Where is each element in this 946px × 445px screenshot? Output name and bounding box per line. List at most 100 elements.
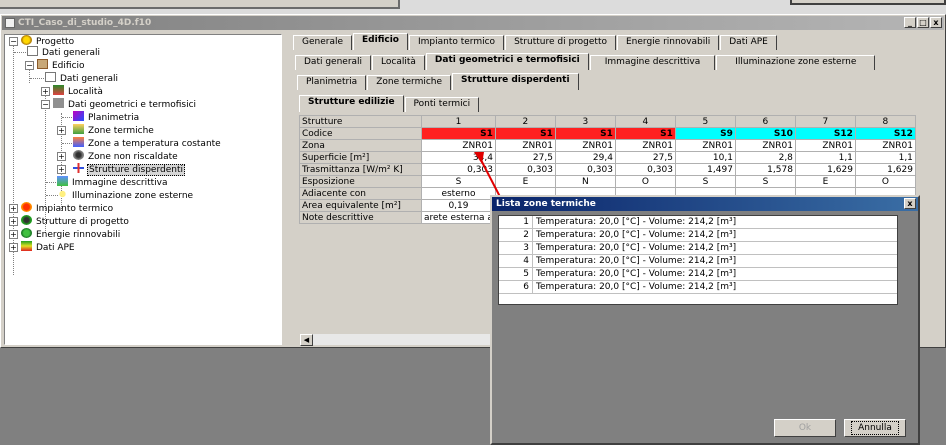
grid-column-header[interactable]: 3	[554, 115, 616, 128]
grid-cell[interactable]: O	[854, 175, 916, 188]
list-item[interactable]: 4 Temperatura: 20,0 [°C] - Volume: 214,2 …	[499, 255, 897, 268]
collapse-icon[interactable]: −	[41, 100, 50, 109]
expand-icon[interactable]: +	[57, 152, 66, 161]
tree-item-dati-ape[interactable]: Dati APE	[21, 241, 76, 253]
tree-item-energie-rinnovabili[interactable]: Energie rinnovabili	[21, 228, 121, 240]
expand-icon[interactable]: +	[9, 243, 18, 252]
tab-ponti-termici[interactable]: Ponti termici	[404, 97, 480, 112]
cancel-button[interactable]: Annulla	[844, 419, 906, 437]
tab-impianto-termico[interactable]: Impianto termico	[408, 35, 505, 50]
grid-column-header[interactable]: 1	[421, 115, 496, 128]
grid-column-header[interactable]: 6	[734, 115, 796, 128]
tab-strutture-disperdenti[interactable]: Strutture disperdenti	[452, 73, 579, 90]
tab-strutture-edilizie[interactable]: Strutture edilizie	[299, 95, 404, 112]
grid-cell[interactable]: 27,5	[614, 151, 676, 164]
item-number: 5	[499, 268, 533, 280]
thermal-zones-list[interactable]: 1 Temperatura: 20,0 [°C] - Volume: 214,2 …	[498, 215, 898, 305]
grid-cell[interactable]: S9	[674, 127, 736, 140]
grid-cell[interactable]: 1,629	[794, 163, 856, 176]
grid-cell[interactable]: S1	[554, 127, 616, 140]
tab-planimetria[interactable]: Planimetria	[297, 75, 367, 90]
collapse-icon[interactable]: −	[25, 61, 34, 70]
grid-cell[interactable]: S	[734, 175, 796, 188]
expand-icon[interactable]: +	[57, 126, 66, 135]
tree-item-edificio[interactable]: Edificio	[37, 59, 86, 71]
tab-zone-termiche[interactable]: Zone termiche	[367, 75, 452, 90]
tab-generale[interactable]: Generale	[293, 35, 353, 50]
tree-item-dati-generali[interactable]: Dati generali	[27, 46, 101, 58]
grid-cell[interactable]: ZNR01	[854, 139, 916, 152]
grid-cell[interactable]: 1,497	[674, 163, 736, 176]
collapse-icon[interactable]: −	[9, 37, 18, 46]
ok-button[interactable]: Ok	[774, 419, 836, 437]
grid-cell[interactable]: 1,578	[734, 163, 796, 176]
grid-column-header[interactable]: 7	[794, 115, 856, 128]
tab-dati-ape[interactable]: Dati APE	[720, 35, 777, 50]
tab-dati-geometrici[interactable]: Dati geometrici e termofisici	[425, 53, 589, 70]
tree-item-immagine-descrittiva[interactable]: Immagine descrittiva	[57, 176, 169, 188]
tab-dati-generali[interactable]: Dati generali	[295, 55, 372, 70]
grid-cell[interactable]: 1,1	[854, 151, 916, 164]
tree-item-zone-non-riscaldate[interactable]: Zone non riscaldate	[73, 150, 179, 162]
expand-icon[interactable]: +	[9, 217, 18, 226]
dialog-close-button[interactable]: x	[904, 198, 916, 209]
grid-column-header[interactable]: 5	[674, 115, 736, 128]
tab-edificio[interactable]: Edificio	[353, 33, 408, 50]
grid-cell[interactable]: S12	[854, 127, 916, 140]
tab-localita[interactable]: Località	[372, 55, 425, 70]
tree-item-impianto-termico[interactable]: Impianto termico	[21, 202, 114, 214]
grid-cell[interactable]: 0,303	[614, 163, 676, 176]
grid-cell[interactable]: S10	[734, 127, 796, 140]
grid-cell[interactable]: 2,8	[734, 151, 796, 164]
grid-cell[interactable]: S1	[421, 127, 496, 140]
tree-item-localita[interactable]: Località	[53, 85, 104, 97]
grid-cell[interactable]: S1	[614, 127, 676, 140]
expand-icon[interactable]: +	[57, 165, 66, 174]
expand-icon[interactable]: +	[9, 230, 18, 239]
list-item[interactable]: 1 Temperatura: 20,0 [°C] - Volume: 214,2 …	[499, 216, 897, 229]
grid-cell[interactable]: S12	[794, 127, 856, 140]
grid-cell[interactable]: ZNR01	[794, 139, 856, 152]
list-item[interactable]: 3 Temperatura: 20,0 [°C] - Volume: 214,2 …	[499, 242, 897, 255]
close-button[interactable]: x	[930, 17, 942, 28]
grid-cell[interactable]: ZNR01	[674, 139, 736, 152]
grid-cell[interactable]: ZNR01	[554, 139, 616, 152]
tree-item-strutture-disperdenti[interactable]: Strutture disperdenti	[73, 163, 185, 176]
list-item[interactable]: 2 Temperatura: 20,0 [°C] - Volume: 214,2 …	[499, 229, 897, 242]
list-item[interactable]: 5 Temperatura: 20,0 [°C] - Volume: 214,2 …	[499, 268, 897, 281]
grid-cell[interactable]: 0,303	[554, 163, 616, 176]
tree-item-zone-temperatura-costante[interactable]: Zone a temperatura costante	[73, 137, 222, 149]
tab-energie-rinnovabili[interactable]: Energie rinnovabili	[616, 35, 720, 50]
grid-cell[interactable]: S1	[494, 127, 556, 140]
grid-cell[interactable]: ZNR01	[734, 139, 796, 152]
grid-cell[interactable]: S	[674, 175, 736, 188]
tree-item-zone-termiche[interactable]: Zone termiche	[73, 124, 155, 136]
scroll-left-icon[interactable]: ◀	[300, 334, 313, 346]
grid-cell[interactable]: O	[614, 175, 676, 188]
list-item[interactable]: 6 Temperatura: 20,0 [°C] - Volume: 214,2 …	[499, 281, 897, 294]
tab-illuminazione[interactable]: Illuminazione zone esterne	[716, 55, 876, 70]
expand-icon[interactable]: +	[41, 87, 50, 96]
grid-cell[interactable]: 10,1	[674, 151, 736, 164]
grid-cell[interactable]: N	[554, 175, 616, 188]
grid-cell[interactable]: 1,1	[794, 151, 856, 164]
tree-item-dati-geometrici[interactable]: Dati geometrici e termofisici	[53, 98, 197, 110]
thermal-zone-icon	[73, 124, 84, 134]
tree-item-illuminazione[interactable]: Illuminazione zone esterne	[57, 189, 194, 201]
minimize-button[interactable]: _	[904, 17, 916, 28]
grid-cell[interactable]: ZNR01	[614, 139, 676, 152]
expand-icon[interactable]: +	[9, 204, 18, 213]
grid-cell[interactable]: E	[794, 175, 856, 188]
tab-immagine-descrittiva[interactable]: Immagine descrittiva	[589, 55, 716, 70]
tree-item-edificio-dati-generali[interactable]: Dati generali	[45, 72, 119, 84]
tab-strutture-progetto[interactable]: Strutture di progetto	[505, 35, 616, 50]
project-tree[interactable]: − Progetto Dati generali − Edificio Dati…	[4, 34, 282, 345]
tree-item-strutture-progetto[interactable]: Strutture di progetto	[21, 215, 130, 227]
tree-item-planimetria[interactable]: Planimetria	[73, 111, 140, 123]
maximize-button[interactable]: □	[917, 17, 929, 28]
grid-column-header[interactable]: 2	[494, 115, 556, 128]
grid-column-header[interactable]: 8	[854, 115, 916, 128]
grid-cell[interactable]: 1,629	[854, 163, 916, 176]
grid-column-header[interactable]: 4	[614, 115, 676, 128]
grid-cell[interactable]: 29,4	[554, 151, 616, 164]
